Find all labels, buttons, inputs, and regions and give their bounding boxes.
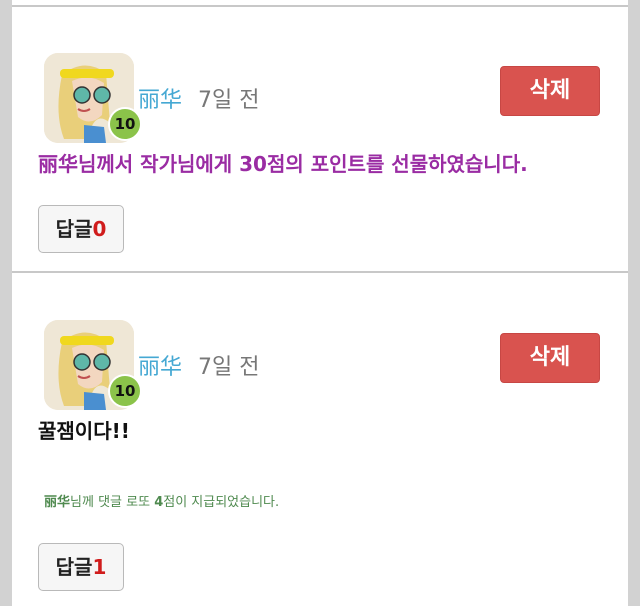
delete-button[interactable]: 삭제 — [500, 333, 600, 383]
point-amount: 4 — [154, 495, 164, 510]
author-name[interactable]: 丽华 — [138, 349, 182, 381]
comment-item: 10 丽华 7일 전 삭제 꿀잼이다!! 丽华님께 댓글 로또 4점이 지급되었… — [12, 0, 628, 606]
point-notice-suffix: 점이 지급되었습니다. — [163, 495, 280, 510]
point-author: 丽华 — [44, 495, 71, 510]
point-notice-text: 님께 댓글 로또 — [70, 495, 155, 510]
timestamp: 7일 전 — [198, 355, 260, 380]
reply-count: 1 — [92, 555, 107, 579]
reply-label: 답글 — [55, 555, 93, 579]
comment-text: 꿀잼이다!! — [38, 419, 130, 443]
reply-button[interactable]: 답글1 — [38, 543, 124, 591]
level-badge: 10 — [108, 374, 142, 408]
point-notice: 丽华님께 댓글 로또 4점이 지급되었습니다. — [44, 491, 279, 510]
